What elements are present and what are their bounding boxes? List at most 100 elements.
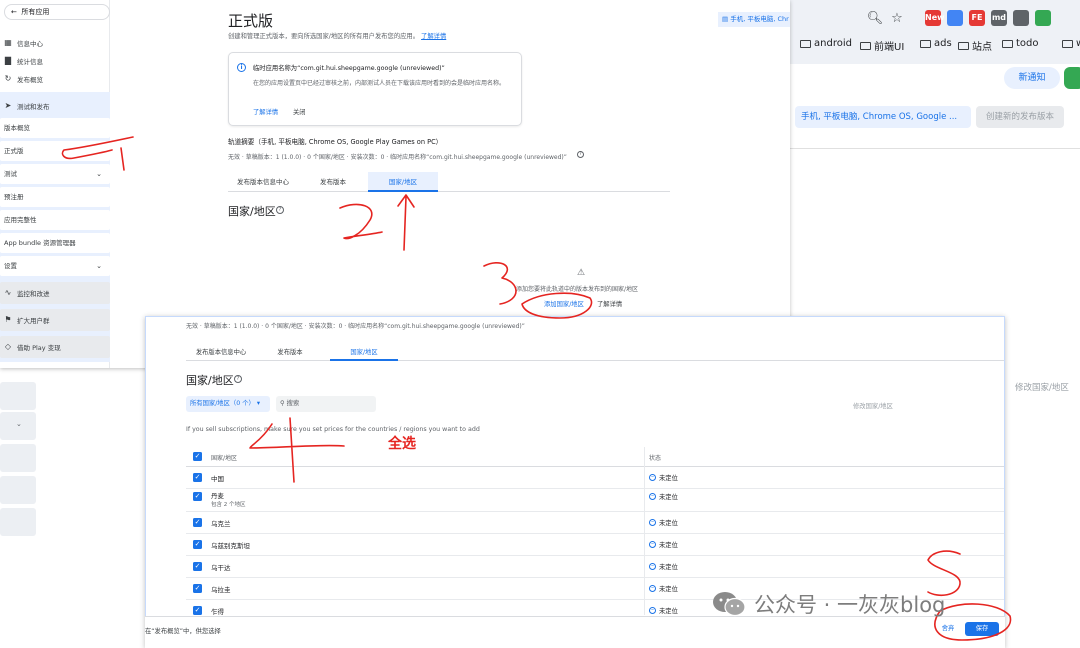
bar-chart-icon: ▇ — [4, 56, 12, 65]
extension-md-icon[interactable]: md — [991, 10, 1007, 26]
bookmark-folder[interactable]: 前端UI — [860, 38, 904, 53]
release-tabs: 发布版本信息中心 发布版本 国家/地区 — [228, 172, 670, 192]
row-checkbox[interactable]: ✓ — [193, 562, 202, 571]
device-chip[interactable]: ▤ 手机, 平板电脑, Chr — [718, 12, 790, 27]
bookmark-star-icon[interactable]: ☆ — [888, 10, 906, 28]
extension-qr-icon[interactable] — [1013, 10, 1029, 26]
chevron-down-icon: ⌄ — [96, 170, 102, 178]
help-icon[interactable]: ? — [234, 375, 242, 383]
search-input[interactable]: ⚲ 搜索 — [276, 396, 376, 412]
table-row[interactable]: ✓ 丹麦 包含 2 个地区 – 未定位 — [186, 488, 1004, 512]
status-text: 未定位 — [659, 608, 678, 615]
bookmark-folder[interactable]: ads — [920, 38, 952, 49]
folder-icon — [958, 41, 969, 50]
row-checkbox[interactable]: ✓ — [193, 518, 202, 527]
sidebar-item[interactable]: ▦ 信息中心 — [0, 36, 110, 50]
not-targeted-icon: – — [649, 540, 656, 548]
table-row[interactable]: ✓ 乌克兰 – 未定位 — [186, 512, 1004, 534]
status-cell: – 未定位 — [649, 540, 678, 549]
background-sidebar-item — [0, 444, 36, 472]
all-apps-button[interactable]: ← 所有应用 — [4, 4, 110, 20]
sidebar-item[interactable]: ∿ 监控和改进 — [0, 282, 110, 304]
not-targeted-icon: – — [649, 518, 656, 526]
country-name: 乍得 — [211, 608, 224, 616]
sidebar-item[interactable]: ↻ 发布概览 — [0, 72, 110, 86]
extension-new-badge-icon[interactable]: New — [925, 10, 945, 26]
sidebar-subitem[interactable]: 测试 ⌄ — [0, 164, 110, 184]
sidebar-item-label: 发布概览 — [17, 76, 43, 84]
row-checkbox[interactable]: ✓ — [193, 473, 202, 482]
notice-learn-more-link[interactable]: 了解详情 — [253, 107, 278, 116]
region-heading: 国家/地区 — [186, 374, 234, 387]
sidebar-item[interactable]: ◇ 借助 Play 变现 — [0, 336, 110, 358]
bookmark-folder[interactable]: 站点 — [958, 38, 992, 53]
discard-button[interactable]: 舍弃 — [935, 622, 961, 636]
sidebar-subitem[interactable]: 应用完整性 — [0, 210, 110, 230]
tab-releases[interactable]: 发布版本 — [298, 172, 368, 192]
edit-regions-link[interactable]: 修改国家/地区 — [1015, 381, 1069, 393]
region-filter-dropdown[interactable]: 所有国家/地区（0 个） ▾ — [186, 396, 270, 412]
new-notification-button[interactable]: 新通知 — [1004, 67, 1060, 89]
table-row[interactable]: ✓ 中国 – 未定位 — [186, 467, 1004, 489]
column-header-status: 状态 — [649, 455, 662, 462]
bookmark-label: 站点 — [972, 42, 992, 53]
learn-more-link[interactable]: 了解详情 — [597, 299, 622, 308]
tab-countries[interactable]: 国家/地区 — [330, 344, 398, 361]
status-text: 未定位 — [659, 542, 678, 549]
filter-label: 所有国家/地区（0 个） — [190, 400, 255, 407]
edit-regions-link[interactable]: 修改国家/地区 — [853, 401, 893, 410]
device-chip-label: 手机, 平板电脑, Chr — [730, 15, 789, 23]
table-row[interactable]: ✓ 乌兹别克斯坦 – 未定位 — [186, 534, 1004, 556]
sidebar-subitem[interactable]: 正式版 — [0, 141, 110, 161]
country-name: 丹麦 — [211, 492, 224, 500]
sidebar-item-test-release[interactable]: ➤ 测试和发布 — [0, 98, 110, 114]
device-selector-button[interactable]: 手机, 平板电脑, Chrome OS, Google ... — [795, 106, 971, 128]
folder-icon — [860, 41, 871, 50]
add-region-link[interactable]: 添加国家/地区 — [544, 299, 584, 308]
tab-release-dashboard[interactable]: 发布版本信息中心 — [228, 172, 298, 192]
row-checkbox[interactable]: ✓ — [193, 606, 202, 615]
row-checkbox[interactable]: ✓ — [193, 540, 202, 549]
notice-close-button[interactable]: 关闭 — [293, 107, 306, 116]
track-summary-meta: 无效 · 草稿版本：1 (1.0.0) · 0 个国家/地区 · 安装次数：0 … — [186, 323, 525, 330]
bookmark-folder[interactable]: todo — [1002, 38, 1039, 49]
status-cell: – 未定位 — [649, 562, 678, 571]
description-learn-more-link[interactable]: 了解详情 — [421, 33, 446, 40]
not-targeted-icon: – — [649, 492, 656, 500]
save-button[interactable]: 保存 — [965, 622, 999, 636]
folder-icon — [920, 39, 931, 48]
extension-translate-icon[interactable] — [947, 10, 963, 26]
sidebar-item-label: 监控和改进 — [17, 290, 50, 298]
row-checkbox[interactable]: ✓ — [193, 492, 202, 501]
help-icon[interactable]: ? — [577, 151, 584, 158]
select-all-checkbox[interactable]: ✓ — [193, 452, 202, 461]
sidebar-subitem[interactable]: 版本概览 — [0, 118, 110, 138]
device-selector-label: 手机, 平板电脑, Chrome OS, Google ... — [801, 112, 958, 122]
extension-fe-icon[interactable]: FE — [969, 10, 985, 26]
sidebar-subitem[interactable]: App bundle 资源管理器 — [0, 233, 110, 253]
background-sidebar-item — [0, 476, 36, 504]
sidebar-subitem[interactable]: 预注册 — [0, 187, 110, 207]
bookmark-folder[interactable]: win — [1062, 38, 1080, 49]
dashboard-icon: ▦ — [4, 38, 12, 47]
help-icon[interactable]: ? — [276, 206, 284, 214]
status-cell: – 未定位 — [649, 584, 678, 593]
sidebar-item[interactable]: ▇ 统计信息 — [0, 54, 110, 68]
sidebar-item[interactable]: ⚑ 扩大用户群 — [0, 309, 110, 331]
tab-release-dashboard[interactable]: 发布版本信息中心 — [186, 344, 256, 361]
zoom-icon[interactable]: 🔍︎ — [866, 10, 884, 28]
tab-releases[interactable]: 发布版本 — [262, 344, 318, 361]
country-name: 乌兹别克斯坦 — [211, 542, 250, 550]
folder-icon — [1002, 39, 1013, 48]
extension-stats-icon[interactable] — [1035, 10, 1051, 26]
publish-icon: ↻ — [4, 74, 12, 83]
bookmark-folder[interactable]: android — [800, 38, 852, 49]
selection-tabs: 发布版本信息中心 发布版本 国家/地区 — [186, 344, 1004, 361]
table-row[interactable]: ✓ 乌干达 – 未定位 — [186, 556, 1004, 578]
bookmark-label: win — [1076, 38, 1080, 49]
row-checkbox[interactable]: ✓ — [193, 584, 202, 593]
warning-icon: ⚠ — [577, 268, 586, 278]
sidebar-subitem[interactable]: 设置 ⌄ — [0, 256, 110, 276]
create-release-button[interactable]: 创建新的发布版本 — [976, 106, 1064, 128]
tab-countries[interactable]: 国家/地区 — [368, 172, 438, 192]
